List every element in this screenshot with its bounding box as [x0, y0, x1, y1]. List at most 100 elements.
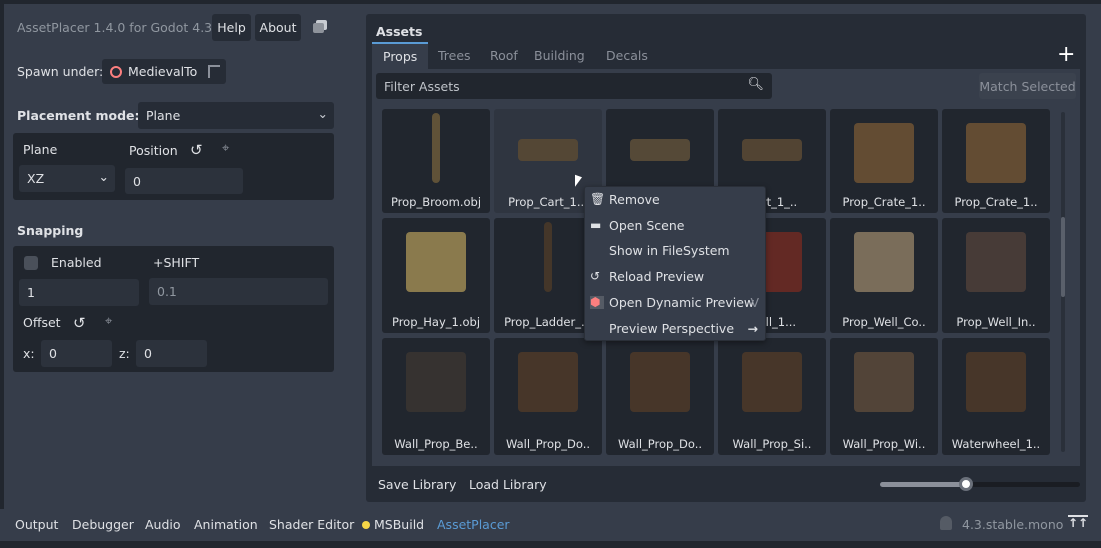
asset-thumbnail	[630, 139, 690, 161]
spawn-node-field[interactable]: MedievalTo	[102, 59, 226, 84]
bottom-tab-output[interactable]: Output	[15, 517, 58, 532]
plus-icon[interactable]: +	[1057, 42, 1075, 67]
bottom-tab-audio[interactable]: Audio	[145, 517, 181, 532]
plane-select[interactable]: XZ ⌄	[19, 165, 115, 192]
asset-card[interactable]: Prop_Hay_1.obj	[382, 218, 490, 333]
asset-thumbnail	[406, 232, 466, 292]
crosshair-icon[interactable]: ⌖	[105, 314, 112, 329]
offset-label: Offset	[23, 315, 61, 330]
version-label: 4.3.stable.mono	[962, 517, 1064, 532]
asset-name: Wall_Prop_Wi..	[842, 437, 926, 451]
asset-thumbnail	[742, 139, 802, 161]
menu-item-open-dynamic-preview[interactable]: ⬢ Open Dynamic Preview V	[585, 290, 765, 315]
about-button[interactable]: About	[255, 14, 301, 41]
asset-thumbnail	[966, 123, 1026, 183]
plane-value: XZ	[27, 171, 45, 186]
plugin-title: AssetPlacer 1.4.0 for Godot 4.3.	[17, 20, 217, 35]
tab-building[interactable]: Building	[523, 42, 596, 69]
reset-icon[interactable]: ↺	[190, 141, 203, 159]
asset-name: Prop_Broom.obj	[390, 195, 482, 209]
left-edge	[0, 4, 4, 509]
asset-thumbnail	[544, 222, 552, 292]
placement-mode-value: Plane	[146, 108, 181, 123]
chevron-down-icon: ⌄	[98, 169, 109, 184]
enabled-label: Enabled	[51, 255, 102, 270]
asset-card[interactable]: Prop_Crate_1..	[942, 109, 1050, 213]
select-node-icon[interactable]	[208, 65, 220, 78]
asset-card[interactable]: Wall_Prop_Be..	[382, 338, 490, 455]
snapping-enabled-checkbox[interactable]	[24, 256, 38, 270]
match-selected-button[interactable]: Match Selected	[979, 73, 1076, 99]
menu-item-reload-preview[interactable]: ↺ Reload Preview	[585, 264, 765, 289]
asset-thumbnail	[854, 123, 914, 183]
asset-name: Waterwheel_1..	[951, 437, 1041, 451]
bottom-tab-shader-editor[interactable]: Shader Editor	[269, 517, 354, 532]
placement-mode-select[interactable]: Plane ⌄	[138, 102, 334, 129]
slider-knob[interactable]	[959, 477, 973, 491]
x-label: x:	[23, 346, 35, 361]
status-dot-icon	[362, 521, 370, 529]
scrollbar-thumb[interactable]	[1061, 217, 1065, 297]
load-library-button[interactable]: Load Library	[469, 477, 547, 492]
filter-assets-input[interactable]: Filter Assets 🔍︎	[376, 73, 772, 99]
menu-item-show-in-filesystem[interactable]: Show in FileSystem	[585, 238, 765, 263]
godot-icon	[940, 516, 952, 530]
asset-card[interactable]: Prop_Broom.obj	[382, 109, 490, 213]
tab-props[interactable]: Props	[372, 42, 429, 69]
top-strip	[0, 0, 1101, 4]
reset-icon[interactable]: ↺	[73, 314, 86, 332]
asset-name: Wall_Prop_Si..	[732, 437, 812, 451]
bottom-tab-assetplacer[interactable]: AssetPlacer	[437, 517, 510, 532]
offset-z-input[interactable]: 0	[136, 340, 207, 367]
bottom-tab-debugger[interactable]: Debugger	[72, 517, 134, 532]
clapperboard-icon: ▬	[590, 217, 602, 232]
assets-title: Assets	[376, 24, 423, 39]
grid-scrollbar[interactable]	[1061, 112, 1065, 452]
make-floating-icon[interactable]	[313, 20, 327, 33]
asset-card[interactable]: Wall_Prop_Do..	[606, 338, 714, 455]
asset-thumbnail	[854, 352, 914, 412]
menu-item-label: Show in FileSystem	[609, 243, 730, 259]
asset-thumbnail	[966, 352, 1026, 412]
asset-thumbnail	[406, 352, 466, 412]
placement-mode-label: Placement mode:	[17, 108, 140, 123]
help-button[interactable]: Help	[212, 14, 251, 41]
asset-card[interactable]: Prop_Well_Co..	[830, 218, 938, 333]
asset-card[interactable]: Prop_Crate_1..	[830, 109, 938, 213]
tab-trees[interactable]: Trees	[427, 42, 482, 69]
position-input[interactable]: 0	[125, 168, 243, 194]
menu-item-preview-perspective[interactable]: Preview Perspective →	[585, 316, 765, 341]
offset-x-input[interactable]: 0	[41, 340, 112, 367]
menu-item-open-scene[interactable]: ▬ Open Scene	[585, 213, 765, 238]
asset-thumbnail	[854, 232, 914, 292]
asset-card[interactable]: Prop_Well_In..	[942, 218, 1050, 333]
menu-item-label: Preview Perspective	[609, 320, 735, 336]
asset-card[interactable]: Waterwheel_1..	[942, 338, 1050, 455]
bottom-tab-animation[interactable]: Animation	[194, 517, 258, 532]
snap-shift-step-input[interactable]: 0.1	[149, 278, 328, 305]
crosshair-icon[interactable]: ⌖	[222, 141, 229, 156]
asset-card[interactable]: Wall_Prop_Si..	[718, 338, 826, 455]
chevron-down-icon: ⌄	[317, 106, 328, 121]
asset-card[interactable]: Wall_Prop_Do..	[494, 338, 602, 455]
snap-step-input[interactable]: 1	[19, 279, 139, 306]
asset-name: Prop_Well_In..	[956, 315, 1036, 329]
asset-thumbnail	[432, 113, 440, 183]
menu-item-remove[interactable]: 🗑︎ Remove	[585, 187, 765, 212]
save-library-button[interactable]: Save Library	[378, 477, 456, 492]
context-menu: 🗑︎ Remove ▬ Open Scene Show in FileSystem ↺ Re…	[584, 186, 766, 341]
thumbnail-size-slider[interactable]	[880, 477, 1080, 491]
plane-label: Plane	[23, 142, 58, 157]
tab-decals[interactable]: Decals	[595, 42, 659, 69]
menu-item-label: Open Scene	[609, 217, 685, 233]
snapping-title: Snapping	[17, 223, 84, 238]
tab-roof[interactable]: Roof	[479, 42, 529, 69]
node3d-circle-icon	[110, 65, 122, 78]
expand-panel-icon[interactable]: ↑↑	[1068, 515, 1089, 529]
asset-card[interactable]: Wall_Prop_Wi..	[830, 338, 938, 455]
spawn-under-label: Spawn under:	[17, 64, 104, 79]
z-label: z:	[119, 346, 130, 361]
bottom-tab-msbuild[interactable]: MSBuild	[374, 517, 424, 532]
menu-item-label: Remove	[609, 192, 660, 207]
asset-thumbnail	[518, 352, 578, 412]
